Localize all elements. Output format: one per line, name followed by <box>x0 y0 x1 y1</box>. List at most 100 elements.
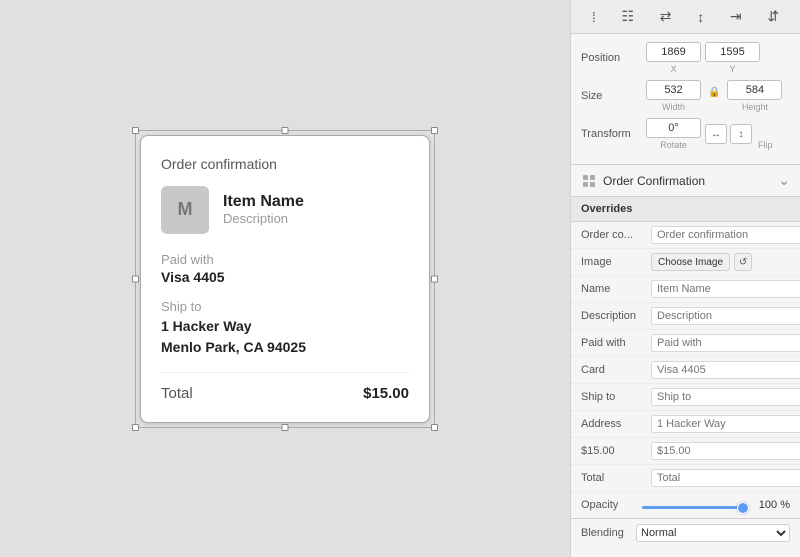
paid-with-label: Paid with <box>161 252 409 267</box>
overrides-header: Overrides <box>571 197 800 222</box>
ship-to-label: Ship to <box>161 299 409 314</box>
override-label-description: Description <box>581 310 651 322</box>
rotate-label: Rotate <box>660 140 687 150</box>
override-input-address[interactable] <box>651 415 800 433</box>
flip-v-button[interactable]: ↕ <box>730 124 752 144</box>
position-inputs: X Y <box>646 42 790 74</box>
override-row-address: Address <box>571 411 800 438</box>
blending-row: Blending Normal Multiply Screen Overlay <box>571 519 800 547</box>
handle-mid-left[interactable] <box>132 275 139 282</box>
paid-with-section: Paid with Visa 4405 <box>161 252 409 285</box>
distribute-h-icon[interactable]: ⇥ <box>726 6 746 27</box>
override-row-name: Name <box>571 276 800 303</box>
override-row-paidwith: Paid with <box>571 330 800 357</box>
component-name: Order Confirmation <box>603 174 778 188</box>
position-label: Position <box>581 52 646 64</box>
right-panel: ⁞ ☷ ⇄ ↕ ⇥ ⇵ Position X Y Size <box>570 0 800 557</box>
canvas-area: Order confirmation M Item Name Descripti… <box>0 0 570 557</box>
flip-label: Flip <box>758 140 773 150</box>
size-label: Size <box>581 90 646 102</box>
override-input-name[interactable] <box>651 280 800 298</box>
panel-toolbar: ⁞ ☷ ⇄ ↕ ⇥ ⇵ <box>571 0 800 34</box>
override-row-order: Order co... <box>571 222 800 249</box>
override-label-total: Total <box>581 472 651 484</box>
opacity-slider-container <box>642 498 749 512</box>
item-description: Description <box>223 211 304 226</box>
override-input-card[interactable] <box>651 361 800 379</box>
height-group: Height <box>727 80 782 112</box>
component-icon <box>581 173 597 189</box>
override-input-total[interactable] <box>651 469 800 487</box>
size-row: Size Width 🔒 Height <box>581 80 790 112</box>
distribute-v-icon[interactable]: ⇵ <box>763 6 783 27</box>
override-row-description: Description <box>571 303 800 330</box>
x-label: X <box>670 64 676 74</box>
card-title: Order confirmation <box>161 156 409 172</box>
align-left-icon[interactable]: ⁞ <box>588 7 600 27</box>
position-section: Position X Y Size Width 🔒 <box>571 34 800 165</box>
override-row-price: $15.00 <box>571 438 800 465</box>
align-middle-icon[interactable]: ↕ <box>693 7 708 27</box>
flip-h-button[interactable]: ↔ <box>705 124 727 144</box>
height-label: Height <box>742 102 768 112</box>
image-options-button[interactable]: ↺ <box>734 253 752 271</box>
transform-label: Transform <box>581 128 646 140</box>
position-row: Position X Y <box>581 42 790 74</box>
override-label-paidwith: Paid with <box>581 337 651 349</box>
total-amount: $15.00 <box>363 385 409 402</box>
component-chevron-icon[interactable]: ⌄ <box>778 172 790 189</box>
override-row-image: Image Choose Image ↺ <box>571 249 800 276</box>
override-label-card: Card <box>581 364 651 376</box>
align-top-icon[interactable]: ⇄ <box>656 6 676 27</box>
handle-top-left[interactable] <box>132 127 139 134</box>
component-header[interactable]: Order Confirmation ⌄ <box>571 165 800 197</box>
override-input-order[interactable] <box>651 226 800 244</box>
handle-top-right[interactable] <box>431 127 438 134</box>
handle-bot-left[interactable] <box>132 424 139 431</box>
width-group: Width <box>646 80 701 112</box>
y-input[interactable] <box>705 42 760 62</box>
override-input-description[interactable] <box>651 307 800 325</box>
item-row: M Item Name Description <box>161 186 409 234</box>
address-value: 1 Hacker Way Menlo Park, CA 94025 <box>161 316 409 358</box>
choose-image-button[interactable]: Choose Image <box>651 253 730 271</box>
total-row: Total $15.00 <box>161 372 409 402</box>
y-group: Y <box>705 42 760 74</box>
card-value: Visa 4405 <box>161 269 409 285</box>
handle-mid-right[interactable] <box>431 275 438 282</box>
address-line1: 1 Hacker Way <box>161 318 252 334</box>
override-input-shipto[interactable] <box>651 388 800 406</box>
align-center-icon[interactable]: ☷ <box>617 6 638 27</box>
override-input-price[interactable] <box>651 442 800 460</box>
override-label-shipto: Ship to <box>581 391 651 403</box>
ship-to-section: Ship to 1 Hacker Way Menlo Park, CA 9402… <box>161 299 409 358</box>
override-row-total: Total <box>571 465 800 492</box>
size-inputs: Width 🔒 Height <box>646 80 790 112</box>
handle-top-mid[interactable] <box>282 127 289 134</box>
opacity-row: Opacity 100 % <box>571 492 800 519</box>
blending-select[interactable]: Normal Multiply Screen Overlay <box>636 524 790 542</box>
opacity-slider[interactable] <box>642 506 749 509</box>
transform-row: Transform Rotate ↔ ↕ Flip <box>581 118 790 150</box>
override-label-address: Address <box>581 418 651 430</box>
handle-bot-right[interactable] <box>431 424 438 431</box>
image-row: Choose Image ↺ <box>651 253 752 271</box>
opacity-label: Opacity <box>581 499 636 511</box>
override-label-order: Order co... <box>581 229 651 241</box>
handle-bot-mid[interactable] <box>282 424 289 431</box>
override-label-image: Image <box>581 256 651 268</box>
rotate-group: Rotate <box>646 118 701 150</box>
width-input[interactable] <box>646 80 701 100</box>
rotate-input[interactable] <box>646 118 701 138</box>
item-image: M <box>161 186 209 234</box>
flip-buttons: ↔ ↕ <box>705 124 752 144</box>
opacity-value: 100 % <box>755 499 790 511</box>
x-group: X <box>646 42 701 74</box>
x-input[interactable] <box>646 42 701 62</box>
override-input-paidwith[interactable] <box>651 334 800 352</box>
override-row-shipto: Ship to <box>571 384 800 411</box>
height-input[interactable] <box>727 80 782 100</box>
item-initial: M <box>178 199 193 220</box>
order-card[interactable]: Order confirmation M Item Name Descripti… <box>140 135 430 423</box>
lock-icon[interactable]: 🔒 <box>705 87 723 98</box>
